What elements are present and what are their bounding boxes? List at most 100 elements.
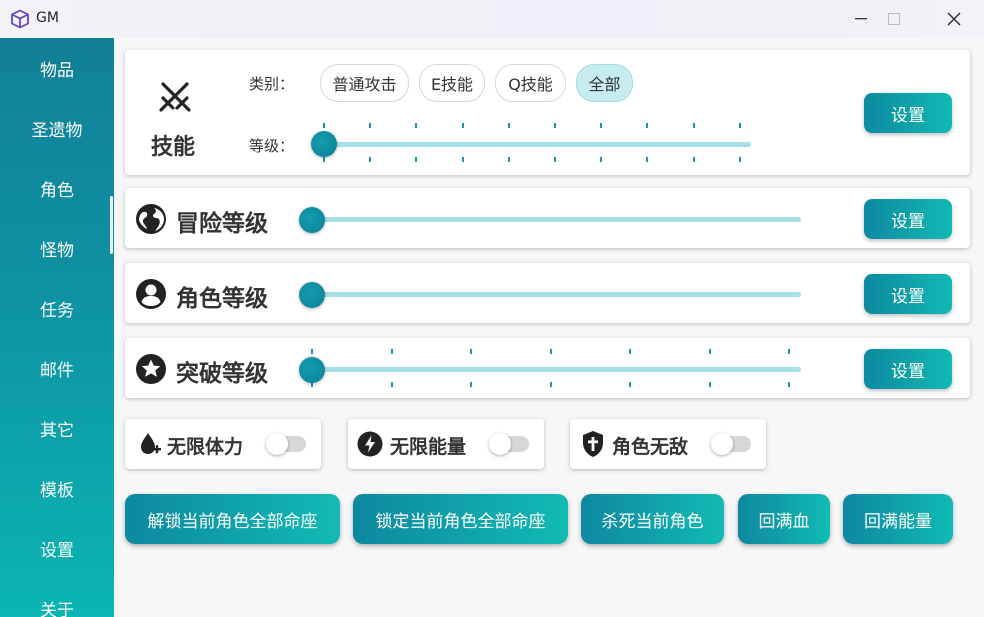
slider-tick	[738, 157, 741, 162]
main-content: 技能 类别： 普通攻击 E技能 Q技能 全部 等级： 设置 冒险等级 设置 角色…	[114, 38, 984, 617]
maximize-button[interactable]	[870, 0, 918, 38]
breakthrough-level-slider-track[interactable]	[312, 367, 801, 372]
unlock-constellations-button[interactable]: 解锁当前角色全部命座	[125, 494, 340, 544]
slider-tick	[788, 349, 790, 354]
character-level-card: 角色等级 设置	[125, 263, 970, 323]
adventure-level-slider-track[interactable]	[312, 217, 801, 222]
slider-tick	[600, 123, 603, 128]
slider-tick	[507, 157, 510, 162]
slider-tick	[629, 382, 631, 387]
chip-e-skill[interactable]: E技能	[419, 64, 485, 102]
slider-tick	[323, 123, 325, 128]
restore-energy-button[interactable]: 回满能量	[843, 494, 953, 544]
slider-tick	[461, 157, 464, 162]
slider-tick	[415, 123, 418, 128]
skill-level-slider-track[interactable]	[323, 142, 751, 147]
slider-tick	[461, 123, 464, 128]
switch-knob	[266, 433, 288, 455]
slider-tick	[470, 382, 472, 387]
slider-tick	[369, 157, 372, 162]
lightning-circle-icon	[357, 431, 383, 461]
character-level-slider-track[interactable]	[312, 292, 801, 297]
character-set-button[interactable]: 设置	[864, 274, 952, 314]
toggle-card-infinite-energy: 无限能量	[348, 419, 544, 469]
sidebar-item-artifacts[interactable]: 圣遗物	[0, 108, 114, 148]
slider-tick	[738, 123, 741, 128]
breakthrough-set-button[interactable]: 设置	[864, 349, 952, 389]
switch-knob	[489, 433, 511, 455]
minimize-icon	[855, 18, 867, 20]
switch-knob	[711, 433, 733, 455]
user-circle-icon	[135, 278, 167, 314]
slider-tick	[369, 123, 372, 128]
sidebar-item-settings[interactable]: 设置	[0, 528, 114, 568]
character-level-slider-thumb[interactable]	[299, 282, 325, 308]
cube-icon	[10, 9, 30, 29]
slider-tick	[390, 382, 393, 387]
restore-hp-button[interactable]: 回满血	[738, 494, 830, 544]
slider-tick	[415, 157, 418, 162]
slider-tick	[549, 349, 552, 354]
slider-tick	[692, 123, 695, 128]
sidebar-item-mail[interactable]: 邮件	[0, 348, 114, 388]
toggle-label-infinite-stamina: 无限体力	[167, 436, 244, 458]
globe-icon	[135, 203, 167, 239]
star-circle-icon	[135, 353, 167, 389]
drop-plus-icon	[138, 432, 162, 462]
skill-title: 技能	[151, 135, 196, 160]
breakthrough-level-card: 突破等级 设置	[125, 338, 970, 398]
sidebar: 物品 圣遗物 角色 怪物 任务 邮件 其它 模板 设置 关于	[0, 38, 114, 617]
chip-normal-attack[interactable]: 普通攻击	[320, 64, 409, 102]
level-label: 等级：	[249, 137, 295, 155]
adventure-level-label: 冒险等级	[176, 211, 268, 237]
maximize-icon	[888, 13, 900, 25]
slider-tick	[470, 349, 472, 354]
sidebar-item-other[interactable]: 其它	[0, 408, 114, 448]
skill-set-button[interactable]: 设置	[864, 93, 952, 133]
sidebar-item-items[interactable]: 物品	[0, 48, 114, 88]
slider-tick	[788, 382, 790, 387]
toggle-card-invincible: 角色无敌	[570, 419, 766, 469]
slider-tick	[708, 349, 711, 354]
sidebar-item-about[interactable]: 关于	[0, 588, 114, 617]
shield-cross-icon	[581, 430, 605, 462]
sidebar-item-monsters[interactable]: 怪物	[0, 228, 114, 268]
toggle-switch-infinite-energy[interactable]	[489, 433, 529, 455]
sidebar-item-templates[interactable]: 模板	[0, 468, 114, 508]
slider-tick	[323, 157, 325, 162]
breakthrough-level-slider-thumb[interactable]	[299, 357, 325, 383]
slider-tick	[646, 123, 649, 128]
toggle-label-invincible: 角色无敌	[612, 436, 689, 458]
adventure-set-button[interactable]: 设置	[864, 199, 952, 239]
breakthrough-level-label: 突破等级	[176, 361, 268, 387]
sidebar-item-quests[interactable]: 任务	[0, 288, 114, 328]
kill-character-button[interactable]: 杀死当前角色	[581, 494, 724, 544]
chip-q-skill[interactable]: Q技能	[495, 64, 566, 102]
close-button[interactable]	[930, 0, 978, 38]
lock-constellations-button[interactable]: 锁定当前角色全部命座	[353, 494, 568, 544]
title-bar: GM	[0, 0, 984, 38]
toggle-switch-invincible[interactable]	[711, 433, 751, 455]
category-label: 类别：	[249, 75, 295, 93]
toggle-switch-infinite-stamina[interactable]	[266, 433, 306, 455]
slider-tick	[692, 157, 695, 162]
character-level-label: 角色等级	[176, 286, 268, 312]
skill-card: 技能 类别： 普通攻击 E技能 Q技能 全部 等级： 设置	[125, 50, 970, 175]
slider-tick	[311, 349, 313, 354]
slider-tick	[600, 157, 603, 162]
toggle-card-infinite-stamina: 无限体力	[125, 419, 321, 469]
slider-tick	[554, 157, 556, 162]
adventure-level-card: 冒险等级 设置	[125, 188, 970, 248]
slider-tick	[390, 349, 393, 354]
sidebar-item-characters[interactable]: 角色	[0, 168, 114, 208]
skill-level-slider-thumb[interactable]	[311, 131, 337, 157]
slider-tick	[549, 382, 552, 387]
chip-all[interactable]: 全部	[576, 64, 633, 102]
sidebar-selection-indicator	[110, 196, 113, 254]
close-icon	[947, 12, 961, 26]
slider-tick	[507, 123, 510, 128]
slider-tick	[554, 123, 556, 128]
app-window: GM 物品 圣遗物 角色 怪物 任务 邮件 其它 模板 设置 关于 技能 类别：…	[0, 0, 984, 617]
adventure-level-slider-thumb[interactable]	[299, 207, 325, 233]
crossed-swords-icon	[157, 78, 193, 118]
